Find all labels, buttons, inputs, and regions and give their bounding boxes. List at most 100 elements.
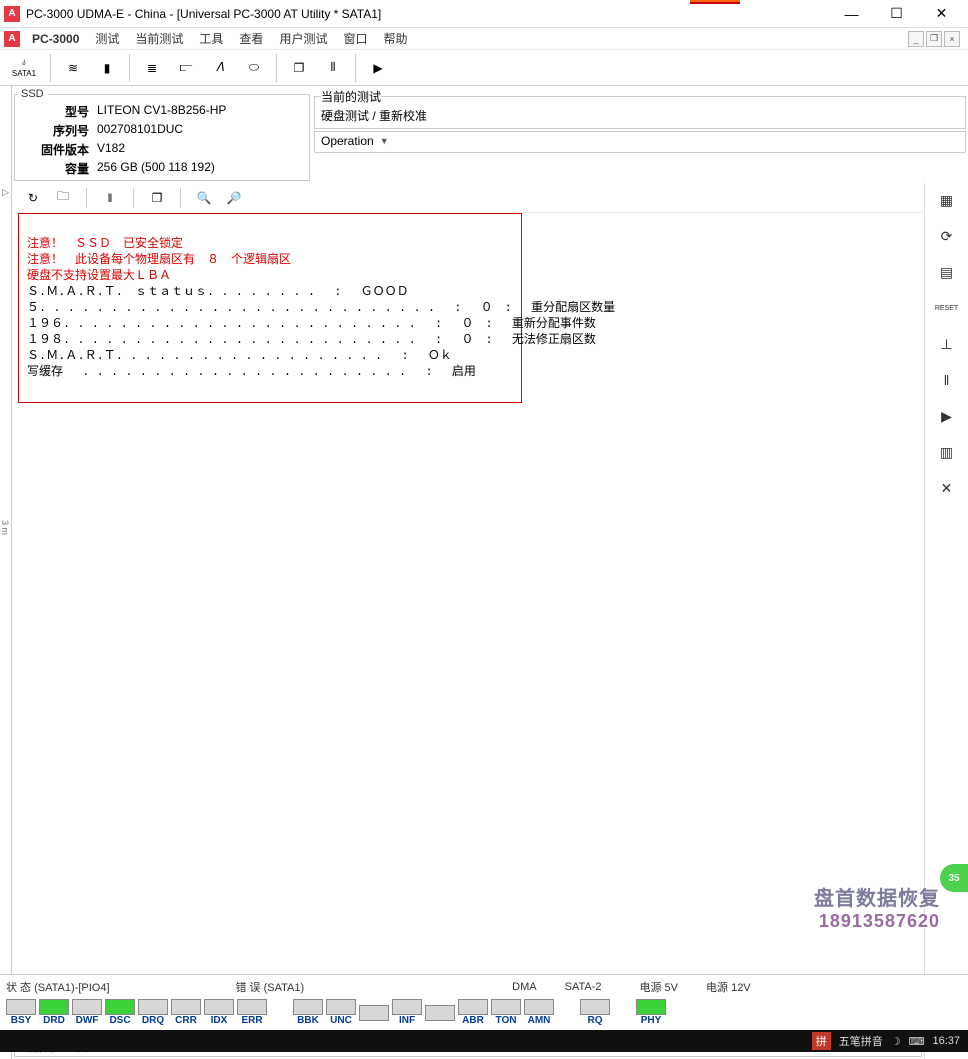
- right-tool-5[interactable]: ⊥: [933, 333, 961, 355]
- operation-label: Operation: [321, 134, 374, 148]
- tool-button-7[interactable]: ❐: [283, 53, 315, 83]
- sata-port-label: SATA1: [12, 69, 36, 78]
- tool-button-8[interactable]: ⦀: [317, 53, 349, 83]
- sub-button-2[interactable]: 🗀: [50, 186, 76, 210]
- close-button[interactable]: ✕: [919, 0, 964, 28]
- led-idx: [204, 999, 234, 1015]
- status-power5-label: 电源 5V: [640, 979, 679, 995]
- barcode-icon: ⦀: [330, 60, 335, 75]
- play-icon: ▶: [373, 61, 382, 75]
- sub-button-4[interactable]: ❐: [144, 186, 170, 210]
- content-area: ▷ ↻ 🗀 ǁ ❐ 🔍 🔎 注意！ ＳＳＤ 已安全锁定 注意！ 此设备每个物理扇…: [0, 183, 968, 1059]
- console-line: 写缓存 . . . . . . . . . . . . . . . . . . …: [27, 365, 476, 379]
- circle-arrow-icon: ⟳: [941, 228, 953, 245]
- binoculars-icon: 🔍: [197, 191, 212, 205]
- menu-test[interactable]: 测试: [87, 28, 127, 50]
- board-icon: ▤: [940, 264, 953, 281]
- mdi-close-button[interactable]: ×: [944, 31, 960, 47]
- right-tool-8[interactable]: ▥: [933, 441, 961, 463]
- led-group-err: BBK UNC INF ABR TON AMN: [293, 999, 554, 1026]
- capacity-value: 256 GB (500 118 192): [97, 160, 215, 177]
- chevron-down-icon[interactable]: ▼: [380, 136, 389, 146]
- mdi-minimize-button[interactable]: _: [908, 31, 924, 47]
- console-line: 硬盘不支持设置最大ＬＢＡ: [27, 269, 171, 283]
- clock[interactable]: 16:37: [932, 1035, 960, 1047]
- list-icon: ≣: [147, 61, 157, 75]
- copy-icon: ❐: [294, 61, 305, 75]
- minimize-button[interactable]: —: [829, 0, 874, 28]
- capacitor-icon: ⊥: [940, 336, 952, 353]
- right-tool-6[interactable]: ǁ: [933, 369, 961, 391]
- right-tool-2[interactable]: ⟳: [933, 225, 961, 247]
- tool-button-5[interactable]: 𝛬: [204, 53, 236, 83]
- model-value: LITEON CV1-8B256-HP: [97, 103, 226, 120]
- sub-button-5[interactable]: 🔍: [191, 186, 217, 210]
- menu-tools[interactable]: 工具: [191, 28, 231, 50]
- plug-icon: ⫰: [22, 58, 25, 68]
- console-line: Ｓ.Ｍ.Ａ.Ｒ.Ｔ. ｓｔａｔｕｓ. . . . . . . . : ＧＯＯＤ: [27, 285, 409, 299]
- status-bar: 状 态 (SATA1)-[PIO4] 错 误 (SATA1) DMA SATA-…: [0, 974, 968, 1030]
- floating-badge[interactable]: 35: [940, 864, 968, 892]
- menu-view[interactable]: 查看: [231, 28, 271, 50]
- binoculars-next-icon: 🔎: [227, 191, 242, 205]
- os-taskbar: 拼 五笔拼音 ☽ ⌨ 16:37: [0, 1030, 968, 1052]
- tool-button-6[interactable]: ⬭: [238, 53, 270, 83]
- led-drd: [39, 999, 69, 1015]
- tray-keyboard-icon[interactable]: ⌨: [909, 1035, 925, 1048]
- app-logo-icon: A: [4, 31, 20, 47]
- play-button[interactable]: ▶: [362, 53, 394, 83]
- tool-button-3[interactable]: ≣: [136, 53, 168, 83]
- cylinder-icon: ⬭: [249, 60, 259, 75]
- console-line: １９８. . . . . . . . . . . . . . . . . . .…: [27, 333, 596, 347]
- tool-button-2[interactable]: ▮: [91, 53, 123, 83]
- ime-label[interactable]: 五笔拼音: [839, 1033, 883, 1049]
- tool-button-1[interactable]: ≋: [57, 53, 89, 83]
- right-tool-1[interactable]: ▦: [933, 189, 961, 211]
- right-tool-9[interactable]: ✕: [933, 477, 961, 499]
- ime-icon[interactable]: 拼: [812, 1032, 831, 1050]
- compass-icon: 𝛬: [216, 60, 224, 75]
- sub-button-3[interactable]: ǁ: [97, 186, 123, 210]
- led-rq: [580, 999, 610, 1015]
- right-tool-3[interactable]: ▤: [933, 261, 961, 283]
- pause-icon: ǁ: [944, 372, 950, 388]
- menu-current-test[interactable]: 当前测试: [127, 28, 191, 50]
- sub-button-1[interactable]: ↻: [20, 186, 46, 210]
- pause-icon: ǁ: [108, 191, 113, 205]
- console-output-area[interactable]: 注意！ ＳＳＤ 已安全锁定 注意！ 此设备每个物理扇区有 ８ 个逻辑扇区 硬盘不…: [12, 213, 924, 1013]
- tool-button-4[interactable]: ⫍: [170, 53, 202, 83]
- maximize-button[interactable]: ☐: [874, 0, 919, 28]
- console-line: ５. . . . . . . . . . . . . . . . . . . .…: [27, 301, 615, 315]
- left-collapse-bar[interactable]: ▷: [0, 183, 12, 1059]
- led-abr: [458, 999, 488, 1015]
- model-label: 型号: [21, 103, 97, 120]
- console-highlight-box: 注意！ ＳＳＤ 已安全锁定 注意！ 此设备每个物理扇区有 ８ 个逻辑扇区 硬盘不…: [18, 213, 522, 403]
- sub-button-6[interactable]: 🔎: [221, 186, 247, 210]
- status-dma-label: DMA: [512, 981, 536, 993]
- menu-window[interactable]: 窗口: [335, 28, 375, 50]
- left-gutter: [0, 86, 12, 183]
- menu-help[interactable]: 帮助: [375, 28, 415, 50]
- capacity-label: 容量: [21, 160, 97, 177]
- current-test-panel: 当前的测试 硬盘测试 / 重新校准 Operation ▼: [314, 88, 966, 181]
- copy-icon: ❐: [152, 191, 163, 205]
- console-line: １９６. . . . . . . . . . . . . . . . . . .…: [27, 317, 596, 331]
- tray-moon-icon[interactable]: ☽: [891, 1035, 901, 1048]
- led-dsc: [105, 999, 135, 1015]
- mdi-restore-button[interactable]: ❐: [926, 31, 942, 47]
- console-line: 注意！ ＳＳＤ 已安全锁定: [27, 237, 183, 251]
- right-tool-reset[interactable]: RESET: [933, 297, 961, 319]
- menu-appname[interactable]: PC-3000: [24, 28, 87, 50]
- sata-port-button[interactable]: ⫰ SATA1: [4, 58, 44, 78]
- firmware-value: V182: [97, 141, 125, 158]
- ssd-info-panel: SSD 型号LITEON CV1-8B256-HP 序列号002708101DU…: [14, 88, 310, 181]
- led-err: [237, 999, 267, 1015]
- info-row: SSD 型号LITEON CV1-8B256-HP 序列号002708101DU…: [0, 86, 968, 183]
- led-group-state: BSY DRD DWF DSC DRQ CRR IDX ERR: [6, 999, 267, 1026]
- menu-user-test[interactable]: 用户测试: [271, 28, 335, 50]
- right-tool-7[interactable]: ▶: [933, 405, 961, 427]
- led-bsy: [6, 999, 36, 1015]
- reset-icon: RESET: [935, 305, 958, 312]
- led-amn: [524, 999, 554, 1015]
- led-blank2: [425, 1005, 455, 1021]
